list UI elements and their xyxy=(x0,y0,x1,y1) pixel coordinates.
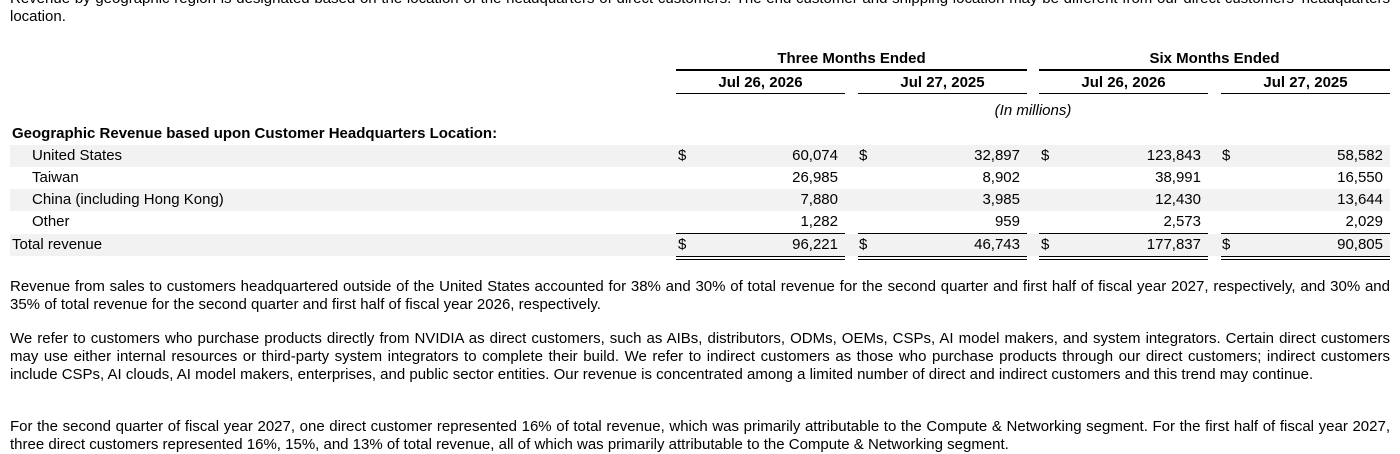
intro-paragraph: Revenue by geographic region is designat… xyxy=(10,0,1390,25)
currency-symbol: $ xyxy=(859,147,868,164)
column-header-h-2026: Jul 26, 2026 xyxy=(1081,74,1166,91)
currency-symbol: $ xyxy=(1041,147,1050,164)
total-double-rule xyxy=(1221,256,1390,260)
column-rule xyxy=(1221,93,1390,94)
section-title: Geographic Revenue based upon Customer H… xyxy=(12,125,498,142)
table-cell: 16,550 xyxy=(1337,169,1383,186)
table-cell: 1,282 xyxy=(800,213,838,230)
group-rule-six-months xyxy=(1039,69,1390,71)
table-cell: 38,991 xyxy=(1155,169,1201,186)
table-cell: 123,843 xyxy=(1146,147,1201,164)
column-rule xyxy=(1039,93,1208,94)
column-header-h-2025: Jul 27, 2025 xyxy=(1263,74,1348,91)
total-cell: 177,837 xyxy=(1146,236,1201,253)
column-header-q-2025: Jul 27, 2025 xyxy=(900,74,985,91)
group-header-three-months: Three Months Ended xyxy=(777,50,926,67)
table-cell: 12,430 xyxy=(1155,191,1201,208)
total-cell: 90,805 xyxy=(1337,236,1383,253)
table-cell: 60,074 xyxy=(792,147,838,164)
total-cell: 96,221 xyxy=(792,236,838,253)
table-row: United States $ 60,074 $ 32,897 $ 123,84… xyxy=(10,145,1390,167)
currency-symbol: $ xyxy=(1222,236,1231,253)
currency-symbol: $ xyxy=(1222,147,1231,164)
body-paragraph: For the second quarter of fiscal year 20… xyxy=(10,418,1390,453)
total-label: Total revenue xyxy=(12,236,103,253)
group-header-six-months: Six Months Ended xyxy=(1149,50,1280,67)
currency-symbol: $ xyxy=(859,236,868,253)
units-label: (In millions) xyxy=(994,102,1072,119)
column-header-q-2026: Jul 26, 2026 xyxy=(718,74,803,91)
table-cell: 26,985 xyxy=(792,169,838,186)
row-label: China (including Hong Kong) xyxy=(32,191,224,208)
currency-symbol: $ xyxy=(678,236,687,253)
row-label: Other xyxy=(32,213,70,230)
table-cell: 2,573 xyxy=(1163,213,1201,230)
table-cell: 7,880 xyxy=(800,191,838,208)
column-rule xyxy=(676,93,845,94)
row-label: Taiwan xyxy=(32,169,79,186)
total-cell: 46,743 xyxy=(974,236,1020,253)
total-double-rule xyxy=(1039,256,1208,260)
row-label: United States xyxy=(32,147,123,164)
table-row: China (including Hong Kong) 7,880 3,985 … xyxy=(10,189,1390,211)
table-cell: 2,029 xyxy=(1345,213,1383,230)
table-cell: 13,644 xyxy=(1337,191,1383,208)
body-paragraph: We refer to customers who purchase produ… xyxy=(10,330,1390,383)
table-cell: 58,582 xyxy=(1337,147,1383,164)
column-rule xyxy=(858,93,1027,94)
total-row: Total revenue $ 96,221 $ 46,743 $ 177,83… xyxy=(10,234,1390,256)
total-double-rule xyxy=(858,256,1027,260)
table-row: Other 1,282 959 2,573 2,029 xyxy=(10,211,1390,233)
table-cell: 32,897 xyxy=(974,147,1020,164)
table-cell: 8,902 xyxy=(982,169,1020,186)
table-row: Taiwan 26,985 8,902 38,991 16,550 xyxy=(10,167,1390,189)
body-paragraph: Revenue from sales to customers headquar… xyxy=(10,278,1390,313)
table-cell: 3,985 xyxy=(982,191,1020,208)
group-rule-three-months xyxy=(676,69,1027,71)
table-cell: 959 xyxy=(994,213,1020,230)
currency-symbol: $ xyxy=(1041,236,1050,253)
total-double-rule xyxy=(676,256,845,260)
currency-symbol: $ xyxy=(678,147,687,164)
